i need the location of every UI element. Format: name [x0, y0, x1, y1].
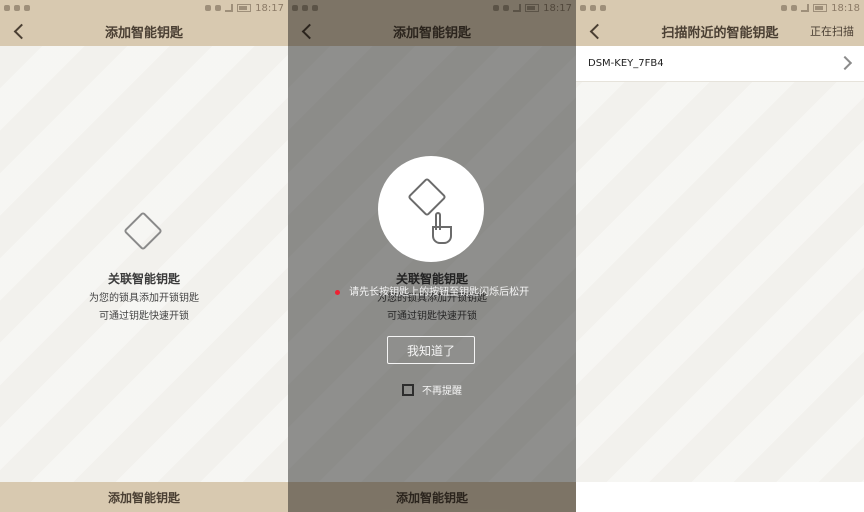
main-content: [576, 46, 864, 482]
panel-scan: 18:18 扫描附近的智能钥匙 正在扫描 DSM-KEY_7FB4: [576, 0, 864, 512]
dont-remind-label: 不再提醒: [422, 386, 462, 397]
heading: 关联智能钥匙: [107, 272, 180, 286]
panel-add-key-overlay: 18:17 添加智能钥匙 关联智能钥匙 为您的锁具添加开锁钥匙 可通过钥匙快速开…: [288, 0, 576, 512]
image-icon: [14, 5, 20, 11]
back-button[interactable]: [586, 22, 604, 40]
chevron-right-icon: [840, 58, 850, 68]
status-bar: 18:18: [576, 0, 864, 16]
title-bar: 添加智能钥匙: [0, 16, 288, 46]
signal-icon: [225, 4, 234, 12]
list-item-label: DSM-KEY_7FB4: [588, 58, 664, 69]
notification-icon: [580, 5, 586, 11]
key-touch-illustration: [378, 156, 484, 262]
title-bar: 扫描附近的智能钥匙 正在扫描: [576, 16, 864, 46]
image-icon: [590, 5, 596, 11]
vibrate-icon: [781, 5, 788, 11]
status-left: [580, 5, 606, 11]
battery-icon: [237, 4, 252, 12]
list-item[interactable]: DSM-KEY_7FB4: [576, 46, 864, 82]
finger-press-icon: [428, 212, 454, 244]
ok-button[interactable]: 我知道了: [387, 336, 475, 364]
app-icon: [24, 5, 30, 11]
back-button[interactable]: [10, 22, 28, 40]
status-right: 18:18: [781, 3, 860, 14]
status-time: 18:17: [255, 2, 284, 14]
add-key-button[interactable]: 添加智能钥匙: [0, 482, 288, 512]
vibrate-icon: [205, 5, 212, 11]
tooltip-text: 请先长按钥匙上的按钮至钥匙闪烁后松开: [349, 287, 530, 298]
screenshot-root: 18:17 添加智能钥匙 关联智能钥匙 为您的锁具添加开锁钥匙 可通过钥匙快速开…: [0, 0, 864, 512]
dont-remind-checkbox[interactable]: [402, 383, 414, 396]
description-line-1: 为您的锁具添加开锁钥匙: [89, 293, 199, 304]
panel-add-key: 18:17 添加智能钥匙 关联智能钥匙 为您的锁具添加开锁钥匙 可通过钥匙快速开…: [0, 0, 288, 512]
status-time: 18:18: [831, 2, 860, 14]
scanning-status: 正在扫描: [810, 25, 854, 38]
status-left: [4, 5, 30, 11]
page-title: 扫描附近的智能钥匙: [661, 25, 779, 41]
red-dot-icon: [334, 289, 340, 295]
description-line-2: 可通过钥匙快速开锁: [99, 311, 189, 322]
dont-remind-row[interactable]: 不再提醒: [288, 382, 576, 397]
page-title: 添加智能钥匙: [104, 25, 183, 41]
battery-icon: [813, 4, 828, 12]
finger-palm: [432, 226, 452, 244]
main-content: 关联智能钥匙 为您的锁具添加开锁钥匙 可通过钥匙快速开锁: [0, 46, 288, 482]
wifi-icon: [215, 5, 222, 11]
diamond-key-icon: [407, 177, 447, 217]
app-icon: [600, 5, 606, 11]
status-bar: 18:17: [0, 0, 288, 16]
signal-icon: [801, 4, 810, 12]
diamond-shape: [123, 211, 163, 251]
notification-icon: [4, 5, 10, 11]
status-right: 18:17: [205, 3, 284, 14]
wifi-icon: [791, 5, 798, 11]
instruction-tooltip: 请先长按钥匙上的按钮至钥匙闪烁后松开: [288, 283, 576, 298]
diamond-key-icon: [123, 211, 164, 252]
